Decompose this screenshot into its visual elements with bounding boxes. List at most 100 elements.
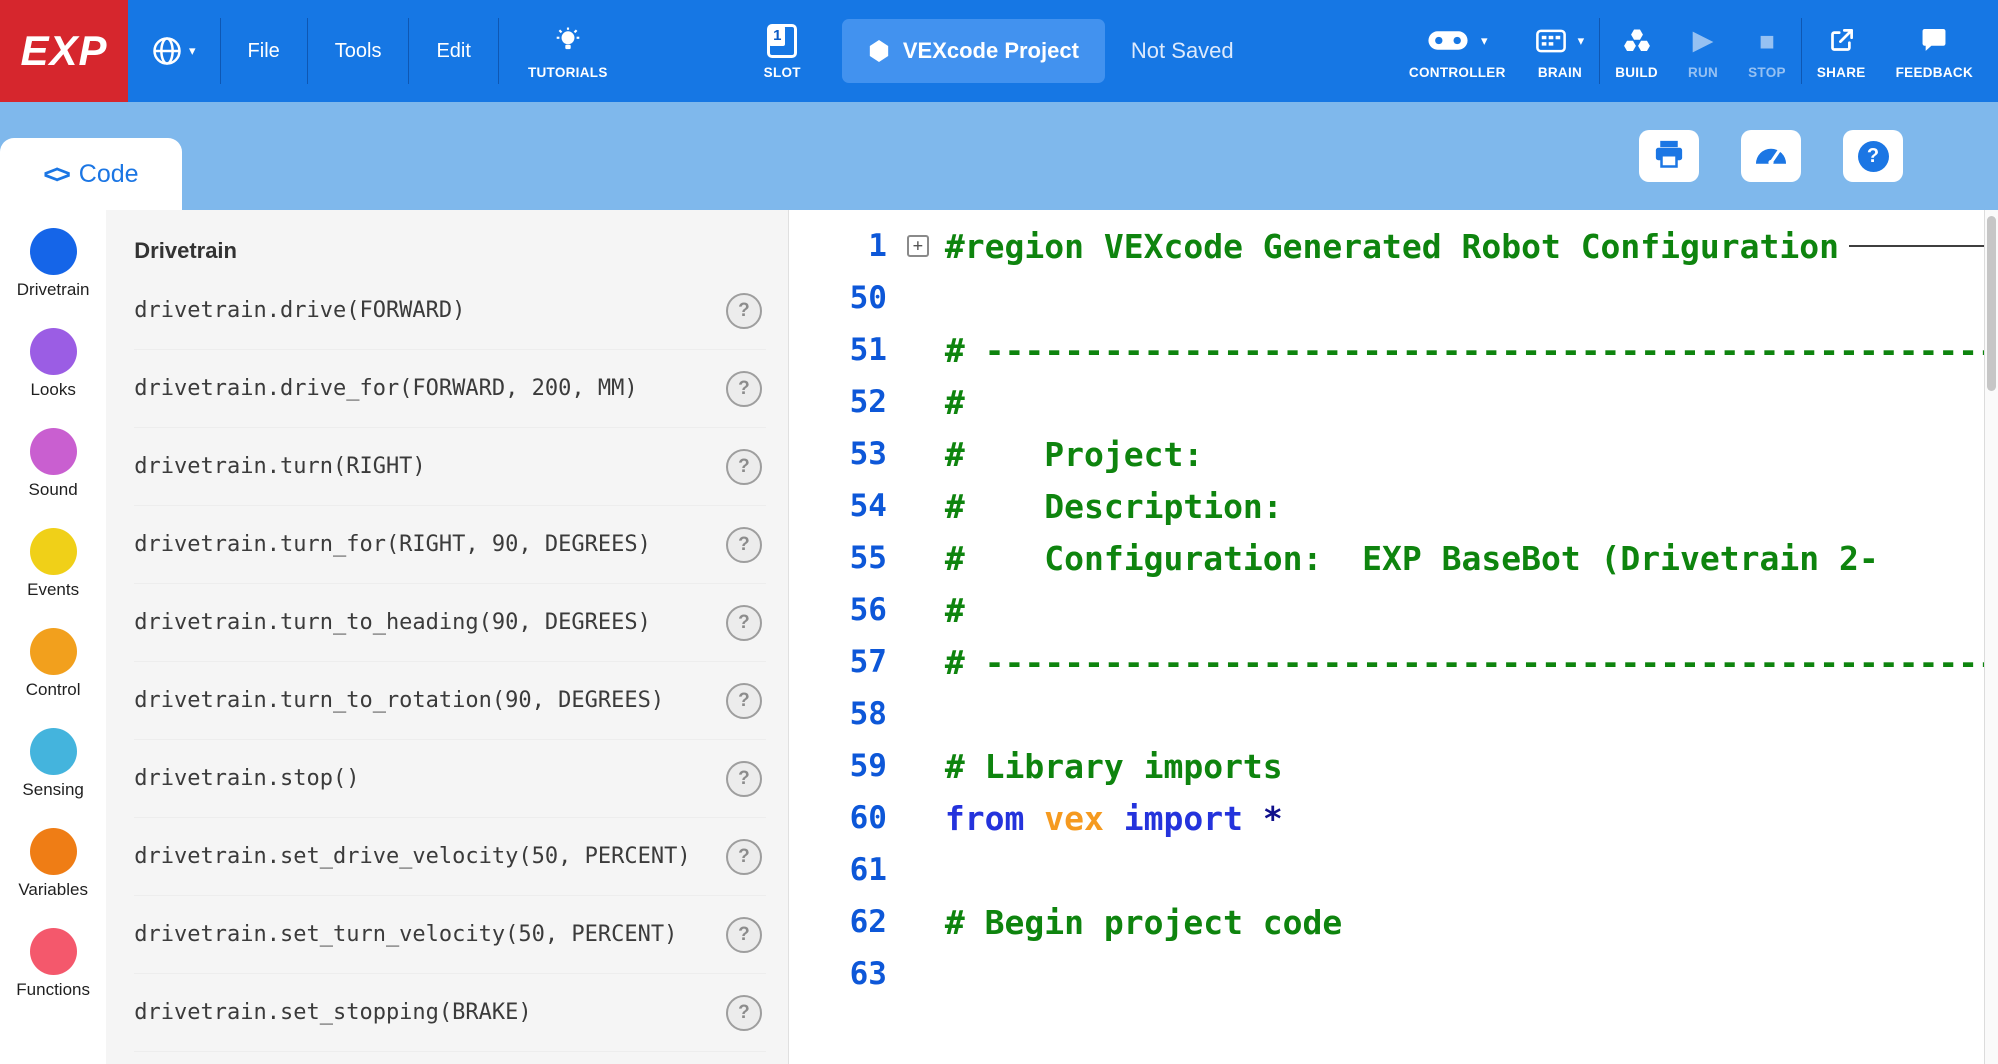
slot-number: 1 (769, 26, 785, 46)
help-button[interactable]: ? (1843, 130, 1903, 182)
command-label[interactable]: drivetrain.stop() (134, 766, 359, 791)
build-icon (1623, 23, 1651, 59)
command-help-button[interactable]: ? (726, 371, 762, 407)
command-label[interactable]: drivetrain.drive(FORWARD) (134, 298, 465, 323)
share-button[interactable]: SHARE (1802, 0, 1881, 102)
code-line[interactable]: 59 # Library imports (789, 740, 1998, 792)
command-label[interactable]: drivetrain.turn_to_heading(90, DEGREES) (134, 610, 651, 635)
feedback-button[interactable]: FEEDBACK (1881, 0, 1988, 102)
controller-icon (1427, 29, 1469, 52)
line-number: 52 (789, 384, 901, 420)
command-row[interactable]: drivetrain.turn_to_heading(90, DEGREES) … (134, 584, 766, 662)
code-line[interactable]: 51 # -----------------------------------… (789, 324, 1998, 376)
code-line[interactable]: 50 (789, 272, 1998, 324)
print-console-button[interactable] (1639, 130, 1699, 182)
code-editor[interactable]: 1 + #region VEXcode Generated Robot Conf… (789, 210, 1998, 1064)
code-line[interactable]: 62 # Begin project code (789, 896, 1998, 948)
command-help-button[interactable]: ? (726, 917, 762, 953)
sidebar-item-sensing[interactable]: Sensing (22, 728, 83, 800)
code-line[interactable]: 58 (789, 688, 1998, 740)
code-text: # Configuration: EXP BaseBot (Drivetrain… (945, 539, 1879, 578)
command-row[interactable]: drivetrain.set_turn_velocity(50, PERCENT… (134, 896, 766, 974)
sidebar-item-variables[interactable]: Variables (18, 828, 88, 900)
command-row[interactable]: drivetrain.drive_for(FORWARD, 200, MM) ? (134, 350, 766, 428)
command-help-button[interactable]: ? (726, 995, 762, 1031)
scrollbar-thumb[interactable] (1987, 216, 1996, 391)
command-help-button[interactable]: ? (726, 605, 762, 641)
command-row[interactable]: drivetrain.drive(FORWARD) ? (134, 272, 766, 350)
run-button[interactable]: ▶ RUN (1673, 0, 1733, 102)
command-label[interactable]: drivetrain.set_drive_velocity(50, PERCEN… (134, 844, 690, 869)
question-icon: ? (738, 456, 750, 478)
sidebar-item-control[interactable]: Control (26, 628, 81, 700)
code-line[interactable]: 56 # (789, 584, 1998, 636)
chevron-down-icon: ▾ (189, 43, 196, 59)
command-row[interactable]: drivetrain.turn_for(RIGHT, 90, DEGREES) … (134, 506, 766, 584)
fold-toggle-icon[interactable]: + (907, 235, 929, 257)
code-line[interactable]: 60 from vex import * (789, 792, 1998, 844)
sidebar-item-sound[interactable]: Sound (29, 428, 78, 500)
command-label[interactable]: drivetrain.turn_for(RIGHT, 90, DEGREES) (134, 532, 651, 557)
command-help-button[interactable]: ? (726, 683, 762, 719)
stop-icon: ■ (1759, 28, 1775, 54)
language-select-button[interactable]: ▾ (128, 0, 220, 102)
command-label[interactable]: drivetrain.turn(RIGHT) (134, 454, 425, 479)
edit-menu[interactable]: Edit (409, 0, 497, 102)
build-button[interactable]: BUILD (1600, 0, 1673, 102)
line-number: 62 (789, 904, 901, 940)
code-line[interactable]: 54 # Description: (789, 480, 1998, 532)
code-text: from vex import * (945, 799, 1283, 838)
question-icon: ? (738, 690, 750, 712)
gauge-icon (1754, 143, 1788, 170)
sidebar-item-events[interactable]: Events (27, 528, 79, 600)
command-row[interactable]: drivetrain.set_drive_velocity(50, PERCEN… (134, 818, 766, 896)
sidebar-item-functions[interactable]: Functions (16, 928, 90, 1000)
line-number: 63 (789, 956, 901, 992)
sidebar-item-drivetrain[interactable]: Drivetrain (17, 228, 90, 300)
editor-scrollbar[interactable] (1984, 210, 1998, 1064)
hexagon-icon (868, 39, 890, 63)
sidebar-item-looks[interactable]: Looks (30, 328, 77, 400)
tab-code[interactable]: <> Code (0, 138, 182, 210)
question-icon: ? (738, 612, 750, 634)
line-number: 55 (789, 540, 901, 576)
code-line[interactable]: 57 # -----------------------------------… (789, 636, 1998, 688)
monitor-dashboard-button[interactable] (1741, 130, 1801, 182)
command-row[interactable]: drivetrain.set_stopping(BRAKE) ? (134, 974, 766, 1052)
code-line[interactable]: 61 (789, 844, 1998, 896)
tools-menu[interactable]: Tools (308, 0, 409, 102)
line-number: 1 (789, 228, 901, 264)
command-help-button[interactable]: ? (726, 761, 762, 797)
slot-button[interactable]: 1 SLOT (749, 0, 816, 102)
module-token: vex (1044, 799, 1123, 838)
exp-logo: EXP (0, 0, 128, 102)
tab-bar: <> Code ? (0, 102, 1998, 210)
command-help-button[interactable]: ? (726, 839, 762, 875)
code-line[interactable]: 1 + #region VEXcode Generated Robot Conf… (789, 220, 1998, 272)
code-line[interactable]: 52 # (789, 376, 1998, 428)
code-text: #region VEXcode Generated Robot Configur… (945, 227, 1839, 266)
brain-button[interactable]: ▾ BRAIN (1521, 0, 1600, 102)
command-help-button[interactable]: ? (726, 293, 762, 329)
stop-button[interactable]: ■ STOP (1733, 0, 1801, 102)
command-help-button[interactable]: ? (726, 527, 762, 563)
code-line[interactable]: 53 # Project: (789, 428, 1998, 480)
command-label[interactable]: drivetrain.set_stopping(BRAKE) (134, 1000, 531, 1025)
file-menu[interactable]: File (221, 0, 307, 102)
save-status: Not Saved (1131, 38, 1234, 64)
sensing-category-icon (30, 728, 77, 775)
command-row[interactable]: drivetrain.turn(RIGHT) ? (134, 428, 766, 506)
command-label[interactable]: drivetrain.set_turn_velocity(50, PERCENT… (134, 922, 677, 947)
command-help-button[interactable]: ? (726, 449, 762, 485)
command-row[interactable]: drivetrain.turn_to_rotation(90, DEGREES)… (134, 662, 766, 740)
code-line[interactable]: 63 (789, 948, 1998, 1000)
project-name-button[interactable]: VEXcode Project (842, 19, 1105, 83)
controller-button[interactable]: ▾ CONTROLLER (1394, 0, 1521, 102)
share-icon (1828, 23, 1855, 59)
code-line[interactable]: 55 # Configuration: EXP BaseBot (Drivetr… (789, 532, 1998, 584)
command-row[interactable]: drivetrain.stop() ? (134, 740, 766, 818)
tutorials-button[interactable]: TUTORIALS (513, 0, 623, 102)
command-label[interactable]: drivetrain.turn_to_rotation(90, DEGREES) (134, 688, 664, 713)
command-label[interactable]: drivetrain.drive_for(FORWARD, 200, MM) (134, 376, 637, 401)
brain-icon (1536, 29, 1566, 53)
